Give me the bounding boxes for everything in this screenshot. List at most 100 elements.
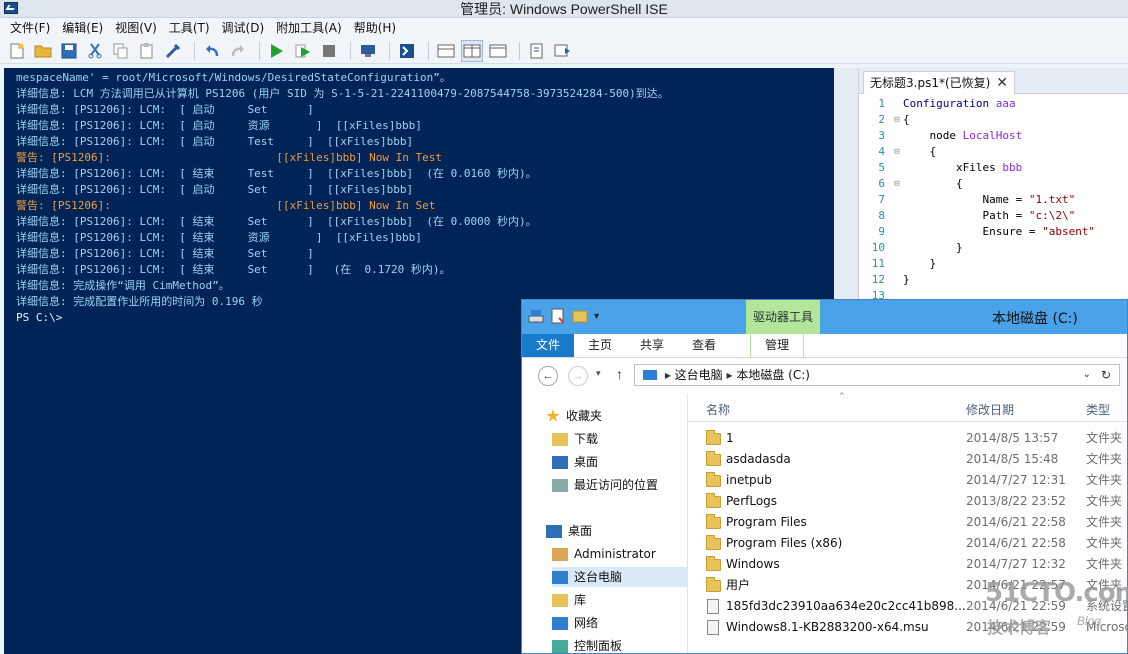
nav-item[interactable]: 控制面板 (552, 636, 682, 653)
script-pane[interactable]: 无标题3.ps1*(已恢复) ✕ 1 Configuration aaa 2 ⊟{3 … (858, 68, 1128, 302)
run-script-icon[interactable] (266, 40, 288, 62)
drive-icon[interactable] (528, 308, 544, 324)
nav-item[interactable]: 最近访问的位置 (552, 475, 682, 495)
column-type[interactable]: 类型 (1086, 401, 1110, 418)
quick-access-toolbar: ▾ (528, 308, 599, 324)
console-line: 详细信息: [PS1206]: LCM: [ 启动 Set ] (16, 103, 314, 116)
file-type: 文件夹 (1086, 494, 1123, 508)
close-tab-icon[interactable]: ✕ (996, 72, 1008, 94)
refresh-icon[interactable]: ↻ (1101, 365, 1111, 385)
nav-item[interactable]: Administrator (552, 544, 682, 564)
code-line: 5 xFiles bbb (859, 160, 1128, 176)
line-number: 9 (878, 225, 885, 238)
undo-icon[interactable] (201, 40, 223, 62)
code-editor[interactable]: 1 Configuration aaa 2 ⊟{3 node LocalHost 4 ⊟ … (859, 96, 1128, 304)
fold-toggle-icon (891, 192, 903, 208)
tab-file[interactable]: 文件 (522, 334, 575, 357)
properties-icon[interactable] (550, 308, 566, 324)
tab-view[interactable]: 查看 (678, 334, 730, 357)
file-name: asdadasda (726, 452, 791, 466)
file-row[interactable]: Windows 2014/7/27 12:32 文件夹 (688, 554, 1127, 575)
file-row[interactable]: inetpub 2014/7/27 12:31 文件夹 (688, 470, 1127, 491)
show-script-pane-icon[interactable] (526, 40, 548, 62)
menu-tools[interactable]: 工具(T) (163, 18, 216, 38)
code-token: xFiles (903, 161, 1003, 174)
file-name: inetpub (726, 473, 772, 487)
breadcrumb-local-disk[interactable]: 本地磁盘 (C:) (736, 368, 810, 382)
up-arrow-icon[interactable]: ↑ (616, 366, 623, 382)
menu-debug[interactable]: 调试(D) (216, 18, 271, 38)
menu-view[interactable]: 视图(V) (109, 18, 163, 38)
nav-item[interactable]: 下载 (552, 429, 682, 449)
nav-item[interactable]: 网络 (552, 613, 682, 633)
tab-home[interactable]: 主页 (574, 334, 626, 357)
new-file-icon[interactable] (6, 40, 28, 62)
nav-item-label: 收藏夹 (566, 409, 603, 423)
line-number: 5 (878, 161, 885, 174)
redo-icon[interactable] (227, 40, 249, 62)
nav-item[interactable]: 库 (552, 590, 682, 610)
cut-icon[interactable] (84, 40, 106, 62)
window-title: 管理员: Windows PowerShell ISE (460, 1, 668, 17)
nav-item[interactable]: 桌面 (546, 521, 676, 541)
chevron-right-icon: ▸ (726, 368, 737, 382)
copy-icon[interactable] (110, 40, 132, 62)
file-row[interactable]: Program Files (x86) 2014/6/21 22:58 文件夹 (688, 533, 1127, 554)
file-row[interactable]: 1 2014/8/5 13:57 文件夹 (688, 428, 1127, 449)
folder-icon (706, 430, 721, 445)
code-line: 1 Configuration aaa (859, 96, 1128, 112)
code-token: } (903, 241, 963, 254)
paste-icon[interactable] (136, 40, 158, 62)
nav-item[interactable]: 桌面 (552, 452, 682, 472)
nav-item-label: 网络 (574, 616, 599, 630)
tab-manage[interactable]: 管理 (750, 334, 805, 357)
code-token: "c:\2\" (1028, 209, 1076, 222)
remote-powershell-icon[interactable] (357, 40, 379, 62)
file-row[interactable]: asdadasda 2014/8/5 15:48 文件夹 (688, 449, 1127, 470)
breadcrumb-this-pc[interactable]: 这台电脑 (675, 368, 723, 382)
fold-toggle-icon[interactable]: ⊟ (891, 144, 903, 160)
menu-edit[interactable]: 编辑(E) (56, 18, 109, 38)
file-row[interactable]: Program Files 2014/6/21 22:58 文件夹 (688, 512, 1127, 533)
recent-locations-icon[interactable]: ▾ (596, 368, 601, 379)
save-icon[interactable] (58, 40, 80, 62)
open-folder-icon[interactable] (32, 40, 54, 62)
chevron-down-icon[interactable]: ⌄ (1083, 365, 1091, 385)
menu-file[interactable]: 文件(F) (4, 18, 56, 38)
column-name[interactable]: 名称 (706, 401, 730, 418)
nav-item[interactable]: 收藏夹 (546, 406, 676, 426)
fold-toggle-icon[interactable]: ⊟ (891, 112, 903, 128)
line-number: 7 (878, 193, 885, 206)
nav-item[interactable]: 这台电脑 (552, 567, 688, 587)
menu-help[interactable]: 帮助(H) (348, 18, 402, 38)
new-folder-icon[interactable] (572, 308, 588, 324)
show-commands-icon[interactable] (552, 40, 574, 62)
customize-qat-icon[interactable]: ▾ (594, 311, 599, 322)
drive-tools-tab[interactable]: 驱动器工具 (746, 300, 820, 334)
stop-icon[interactable] (318, 40, 340, 62)
layout-max-icon[interactable] (487, 40, 509, 62)
layout-side-icon[interactable] (461, 39, 483, 62)
menu-addons[interactable]: 附加工具(A) (270, 18, 348, 38)
line-number: 11 (871, 257, 885, 270)
column-date[interactable]: 修改日期 (966, 401, 1014, 418)
line-number: 10 (871, 241, 885, 254)
code-token: node (903, 129, 963, 142)
back-arrow-icon[interactable]: ← (538, 366, 558, 386)
layout-top-icon[interactable] (435, 40, 457, 62)
script-tab[interactable]: 无标题3.ps1*(已恢复) ✕ (863, 71, 1015, 94)
code-line: 4 ⊟ { (859, 144, 1128, 160)
clear-console-icon[interactable] (162, 40, 184, 62)
file-row[interactable]: PerfLogs 2013/8/22 23:52 文件夹 (688, 491, 1127, 512)
console-line: mespaceName' = root/Microsoft/Windows/De… (16, 71, 451, 84)
start-powershell-icon[interactable] (396, 40, 418, 62)
run-selection-icon[interactable] (292, 40, 314, 62)
code-token: { (903, 113, 910, 126)
forward-arrow-icon[interactable]: → (568, 366, 588, 386)
address-bar[interactable]: ▸ 这台电脑 ▸ 本地磁盘 (C:) ⌄ ↻ (634, 364, 1120, 386)
tab-share[interactable]: 共享 (626, 334, 678, 357)
code-text: } (903, 256, 936, 272)
line-number: 3 (878, 129, 885, 142)
file-name: Program Files (x86) (726, 536, 843, 550)
fold-toggle-icon[interactable]: ⊟ (891, 176, 903, 192)
